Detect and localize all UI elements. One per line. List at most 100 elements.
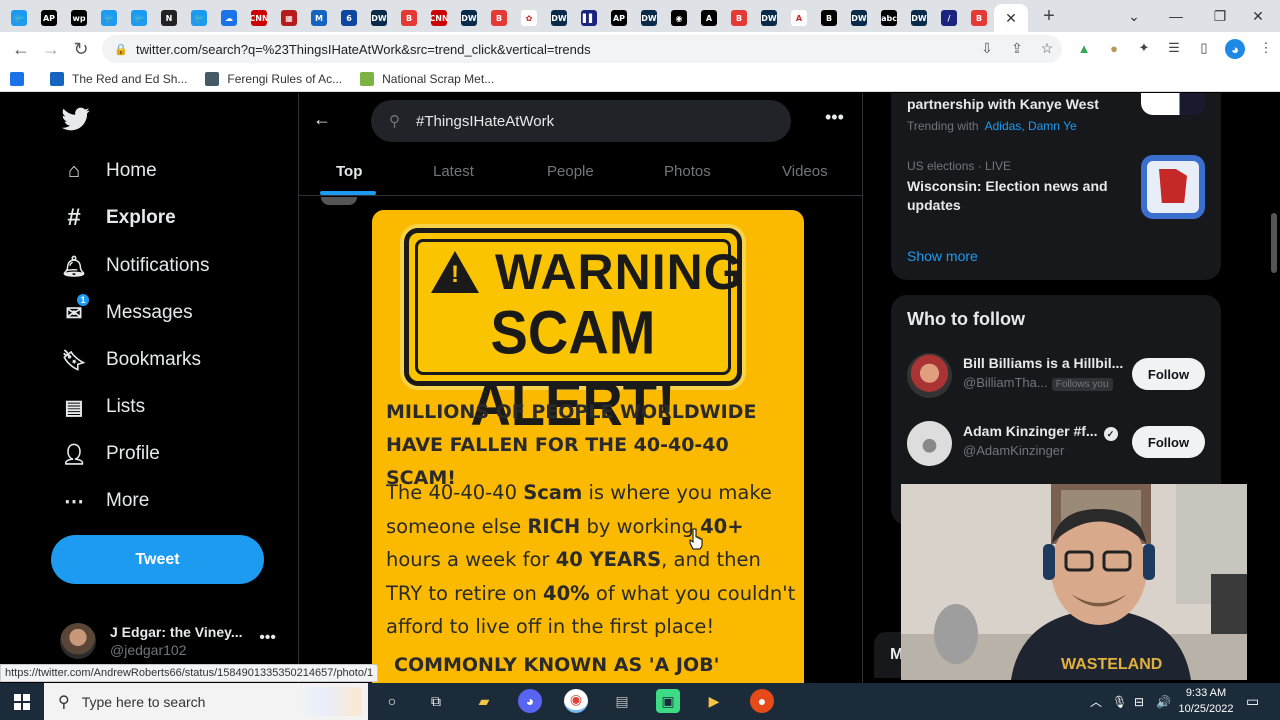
system-clock[interactable]: 9:33 AM 10/25/2022 — [1178, 685, 1234, 717]
bookmark-item[interactable]: National Scrap Met... — [360, 71, 494, 86]
follow-button[interactable]: Follow — [1132, 358, 1205, 390]
follow-suggestion[interactable]: Bill Billiams is a Hillbil... @BilliamTh… — [907, 353, 1207, 401]
tab-search-icon[interactable]: ⌄ — [1112, 0, 1156, 32]
chrome-icon[interactable]: ◉ — [564, 689, 588, 713]
browser-tab[interactable]: DW — [634, 4, 664, 32]
microphone-icon[interactable]: 🎙 — [1112, 683, 1127, 720]
tab-photos[interactable]: Photos — [664, 163, 711, 180]
reload-icon[interactable]: ↻ — [66, 34, 96, 64]
app-icon[interactable]: ▤ — [610, 689, 634, 713]
browser-tab[interactable]: B — [394, 4, 424, 32]
close-window-button[interactable]: ✕ — [1236, 0, 1280, 32]
trend-title-2[interactable]: Wisconsin: Election news and updates — [907, 177, 1117, 215]
install-icon[interactable]: ⇩ — [978, 39, 996, 57]
sidebar-item-notifications[interactable]: 🔔︎ Notifications — [61, 254, 209, 278]
sidebar-item-home[interactable]: ⌂ Home — [62, 159, 157, 183]
more-dots-icon[interactable]: ••• — [259, 629, 276, 647]
bookmark-item[interactable]: The Red and Ed Sh... — [50, 71, 187, 86]
windows-start-icon[interactable] — [0, 683, 44, 720]
cortana-icon[interactable]: ○ — [380, 689, 404, 713]
back-arrow-icon[interactable]: ← — [313, 109, 331, 130]
sidebar-item-messages[interactable]: ✉ 1 Messages — [62, 293, 193, 325]
extension-cookie-icon[interactable]: ● — [1105, 39, 1123, 57]
share-icon[interactable]: ⇪ — [1008, 39, 1026, 57]
tweet-image[interactable]: ! WARNING SCAM ALERT! MILLIONS OF PEOPLE… — [372, 210, 804, 683]
search-more-icon[interactable]: ••• — [825, 107, 844, 128]
browser-tab[interactable]: B — [964, 4, 994, 32]
browser-tab[interactable]: 🐦 — [94, 4, 124, 32]
volume-icon[interactable]: 🔊 — [1156, 683, 1171, 720]
trend-title-1[interactable]: partnership with Kanye West — [907, 95, 1099, 114]
bookmark-item[interactable]: Ferengi Rules of Ac... — [205, 71, 342, 86]
discord-icon[interactable]: ◕ — [518, 689, 542, 713]
network-icon[interactable]: ⊟ — [1134, 683, 1144, 720]
browser-tab[interactable]: ◉ — [664, 4, 694, 32]
browser-tab[interactable]: N — [154, 4, 184, 32]
browser-tab[interactable]: AP — [604, 4, 634, 32]
media-app-icon[interactable]: ▶ — [702, 689, 726, 713]
taskbar-search-input[interactable]: ⚲ Type here to search — [44, 683, 368, 720]
recorder-icon[interactable]: ● — [750, 689, 774, 713]
task-view-icon[interactable]: ⧉ — [424, 689, 448, 713]
browser-tab[interactable]: B — [724, 4, 754, 32]
show-more-link[interactable]: Show more — [907, 248, 978, 264]
follow-suggestion[interactable]: Adam Kinzinger #f... ✓ @AdamKinzinger Fol… — [907, 421, 1207, 469]
tweet-button[interactable]: Tweet — [51, 535, 264, 584]
tab-top[interactable]: Top — [336, 163, 362, 180]
browser-tab[interactable]: 6 — [334, 4, 364, 32]
twitter-logo-icon[interactable] — [62, 105, 90, 133]
browser-tab[interactable]: DW — [544, 4, 574, 32]
sidebar-item-explore[interactable]: # Explore — [62, 204, 175, 231]
sidebar-item-bookmarks[interactable]: 🔖︎ Bookmarks — [61, 348, 201, 372]
side-panel-icon[interactable]: ▯ — [1195, 39, 1213, 57]
browser-tab[interactable]: DW — [364, 4, 394, 32]
puzzle-icon[interactable]: ✦ — [1135, 39, 1153, 57]
sidebar-item-profile[interactable]: 👤︎ Profile — [61, 442, 160, 466]
tray-expand-icon[interactable]: ︿ — [1090, 683, 1102, 720]
search-input[interactable]: ⚲ #ThingsIHateAtWork — [371, 100, 791, 142]
profile-avatar-icon[interactable]: ◕ — [1225, 39, 1245, 59]
account-switcher[interactable]: J Edgar: the Viney... @jedgar102 ••• — [60, 619, 280, 663]
browser-tab[interactable]: 🐦 — [184, 4, 214, 32]
reading-list-icon[interactable]: ☰ — [1165, 39, 1183, 57]
browser-tab[interactable]: B — [814, 4, 844, 32]
sidebar-item-lists[interactable]: ▤ Lists — [62, 395, 146, 419]
browser-tab[interactable]: M — [304, 4, 334, 32]
browser-tab[interactable]: CNN — [424, 4, 454, 32]
browser-tab[interactable]: wp — [64, 4, 94, 32]
browser-menu-icon[interactable]: ⋮ — [1257, 39, 1275, 57]
tweet-author-avatar[interactable] — [321, 197, 357, 205]
tab-latest[interactable]: Latest — [433, 163, 474, 180]
browser-tab[interactable]: / — [934, 4, 964, 32]
tab-videos[interactable]: Videos — [782, 163, 828, 180]
drive-icon[interactable]: ▲ — [1075, 39, 1093, 57]
minimize-button[interactable]: — — [1154, 0, 1198, 32]
browser-tab[interactable]: 🐦 — [124, 4, 154, 32]
browser-tab[interactable]: AP — [34, 4, 64, 32]
apps-icon[interactable] — [10, 71, 32, 86]
new-tab-button[interactable]: + — [1034, 5, 1064, 28]
browser-tab[interactable]: ▦ — [274, 4, 304, 32]
active-browser-tab[interactable]: ✕ — [994, 4, 1028, 32]
browser-tab[interactable]: CNN — [244, 4, 274, 32]
notification-center-icon[interactable]: ▭ — [1246, 683, 1259, 720]
browser-tab[interactable]: DW — [454, 4, 484, 32]
close-tab-icon[interactable]: ✕ — [1005, 10, 1017, 27]
star-icon[interactable]: ☆ — [1038, 39, 1056, 57]
browser-tab[interactable]: ✿ — [514, 4, 544, 32]
sidebar-item-more[interactable]: ⋯ More — [62, 489, 149, 513]
forward-icon[interactable]: → — [36, 34, 66, 64]
scrollbar[interactable] — [1268, 93, 1280, 683]
browser-tab[interactable]: A — [694, 4, 724, 32]
browser-tab[interactable]: ☁ — [214, 4, 244, 32]
back-icon[interactable]: ← — [6, 34, 36, 64]
browser-tab[interactable]: ▌▌ — [574, 4, 604, 32]
browser-tab[interactable]: B — [484, 4, 514, 32]
messages-drawer[interactable]: M — [874, 632, 904, 678]
file-explorer-icon[interactable]: ▰ — [472, 689, 496, 713]
follow-button[interactable]: Follow — [1132, 426, 1205, 458]
browser-tab[interactable]: A — [784, 4, 814, 32]
address-bar[interactable]: 🔒 twitter.com/search?q=%23ThingsIHateAtW… — [102, 35, 1062, 63]
browser-tab[interactable]: abc — [874, 4, 904, 32]
browser-tab[interactable]: DW — [844, 4, 874, 32]
